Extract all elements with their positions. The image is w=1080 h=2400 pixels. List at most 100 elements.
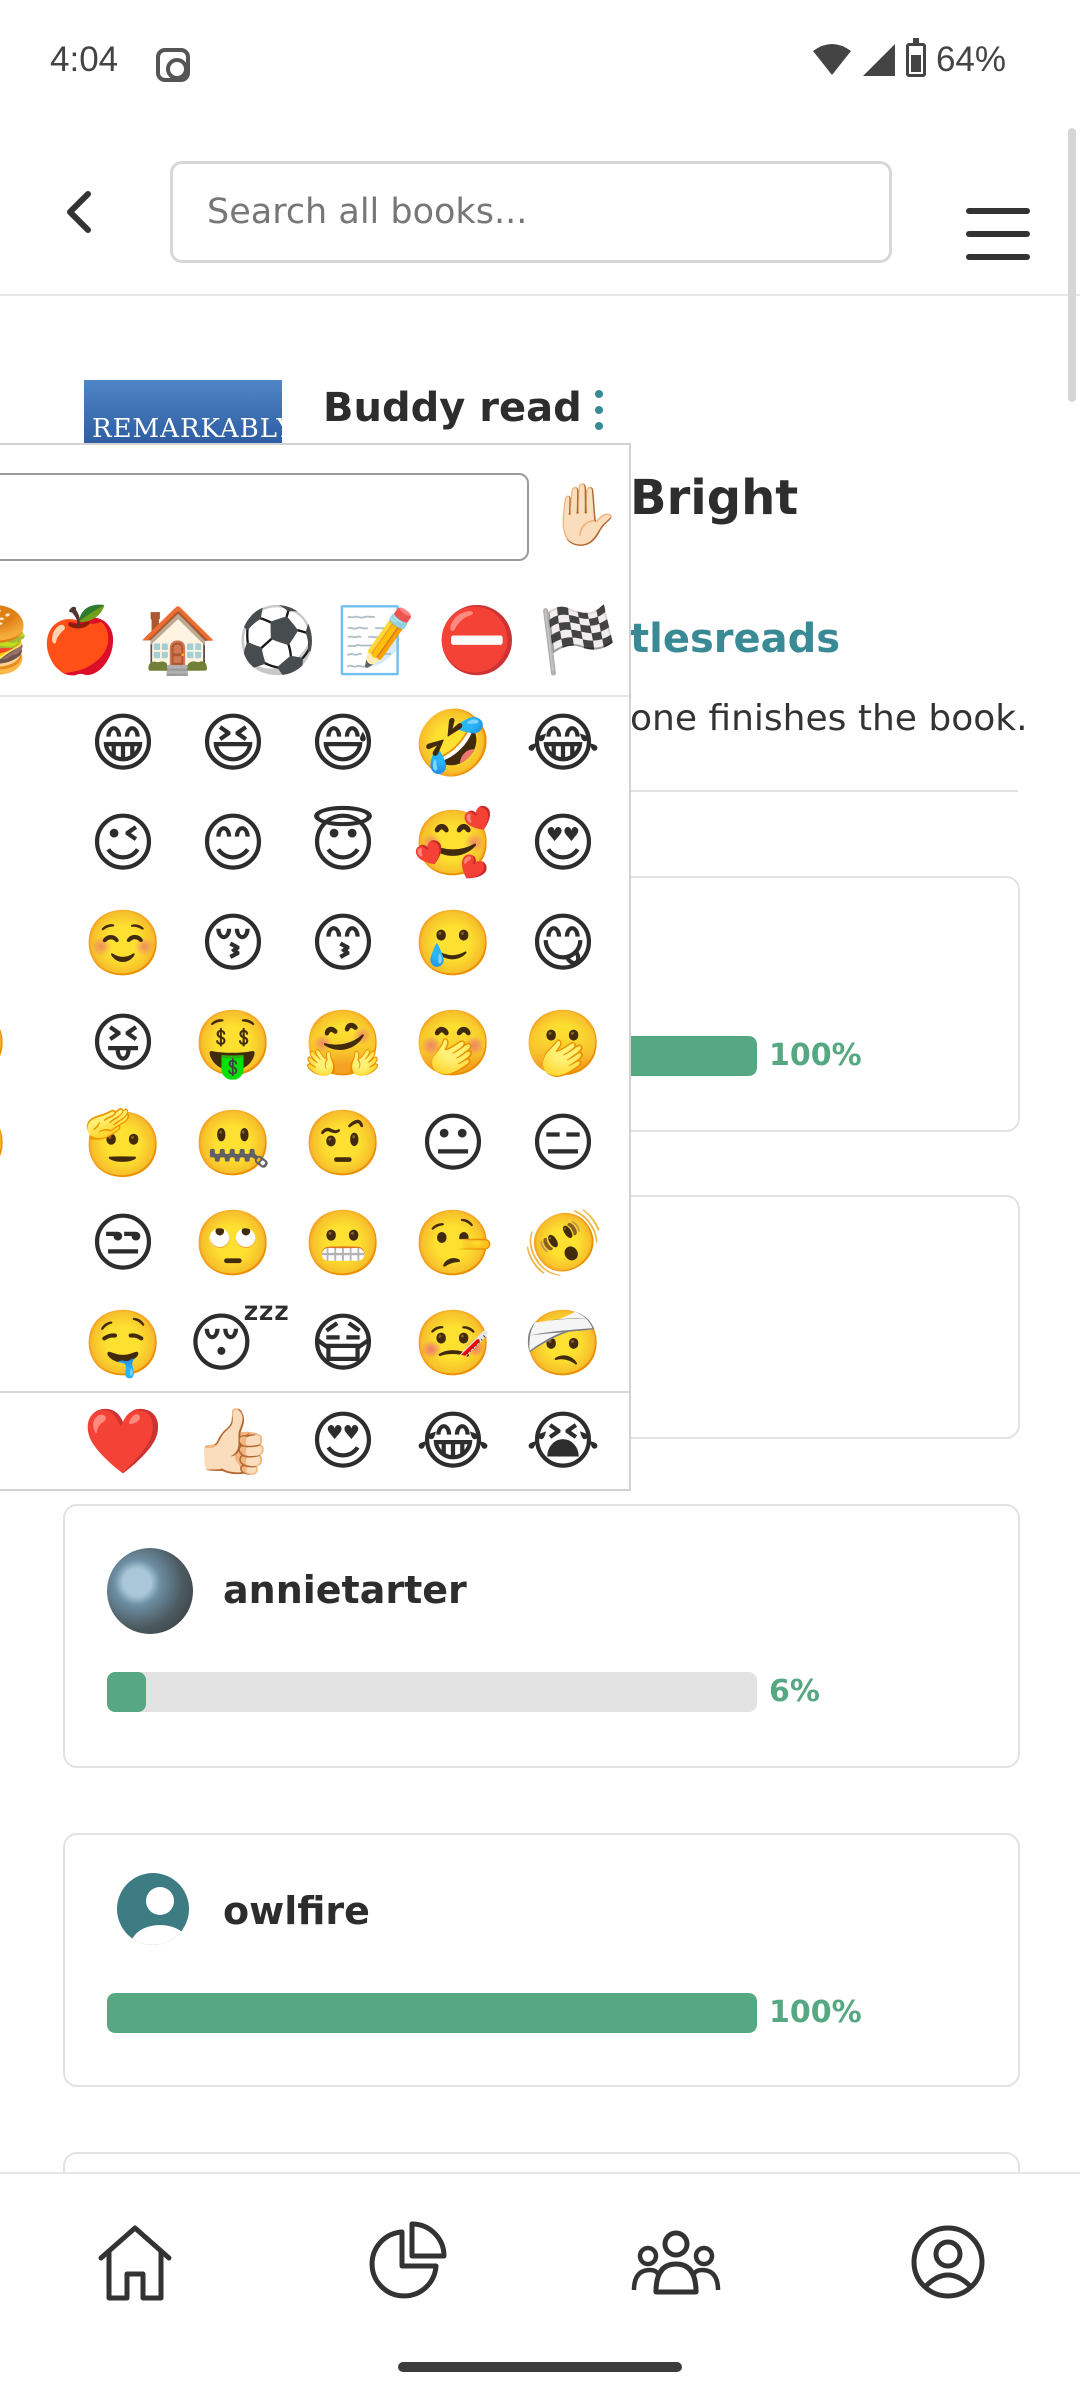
instagram-notification-icon: [156, 48, 190, 82]
buddy-read-description: one finishes the book.: [630, 698, 1028, 739]
emoji-option[interactable]: 😬: [298, 1199, 388, 1289]
home-icon[interactable]: [87, 2214, 183, 2310]
recent-emoji-option[interactable]: 😂: [408, 1397, 498, 1487]
emoji-option[interactable]: 🤔: [0, 1099, 14, 1189]
menu-bar-icon: [966, 208, 1030, 214]
progress-percent: 100%: [769, 1995, 862, 2030]
progress-bar: [107, 1993, 757, 2033]
status-indicators: 64%: [812, 38, 1006, 80]
emoji-search-input[interactable]: [0, 473, 529, 561]
emoji-category-tab[interactable]: ⚽: [237, 601, 317, 681]
emoji-option[interactable]: 🤥: [408, 1199, 498, 1289]
participant-username[interactable]: owlfire: [223, 1889, 370, 1933]
emoji-option[interactable]: 😄: [0, 699, 14, 789]
status-bar: 4:04 64%: [0, 0, 1080, 128]
search-input[interactable]: [207, 192, 855, 232]
emoji-option[interactable]: 😐: [408, 1099, 498, 1189]
more-options-icon[interactable]: [592, 388, 606, 432]
emoji-option[interactable]: 😊: [188, 799, 278, 889]
host-username-link[interactable]: tlesreads: [630, 616, 840, 662]
emoji-option[interactable]: 🤣: [408, 699, 498, 789]
book-cover[interactable]: REMARKABLY: [84, 380, 282, 448]
profile-icon[interactable]: [900, 2214, 996, 2310]
emoji-option[interactable]: 😚: [188, 899, 278, 989]
recent-emoji-option[interactable]: 😭: [518, 1397, 608, 1487]
progress-fill: [107, 1993, 757, 2033]
emoji-category-tab[interactable]: 🏠: [138, 601, 218, 681]
emoji-option[interactable]: ☺️: [78, 899, 168, 989]
menu-bar-icon: [966, 231, 1030, 237]
emoji-option[interactable]: 😏: [0, 1199, 14, 1289]
home-indicator[interactable]: [398, 2362, 682, 2372]
emoji-option[interactable]: 😑: [518, 1099, 608, 1189]
buddy-read-label: Buddy read: [323, 385, 582, 431]
emoji-option[interactable]: 😗: [0, 899, 14, 989]
emoji-picker: ✋🏻 🍔 🍎 🏠 ⚽ 📝 ⛔ 🏁 😄😁😆😅🤣😂🫠😉😊😇🥰😍😗☺️😚😙🥲😋🤪😝🤑🤗…: [0, 443, 631, 1491]
emoji-option[interactable]: 🤪: [0, 999, 14, 1089]
emoji-option[interactable]: 😋: [518, 899, 608, 989]
recent-emoji-option[interactable]: 😍: [298, 1397, 388, 1487]
emoji-option[interactable]: 🤤: [78, 1299, 168, 1389]
recent-emoji-option[interactable]: ❤️: [78, 1397, 168, 1487]
emoji-option[interactable]: 😉: [78, 799, 168, 889]
participant-card[interactable]: annietarter 6%: [63, 1504, 1020, 1768]
emoji-category-tab[interactable]: ⛔: [437, 601, 517, 681]
emoji-option[interactable]: 🤑: [188, 999, 278, 1089]
emoji-option[interactable]: 😙: [298, 899, 388, 989]
recent-emoji-option[interactable]: 👍🏻: [188, 1397, 278, 1487]
signal-icon: [862, 44, 895, 76]
emoji-option[interactable]: 🤕: [518, 1299, 608, 1389]
scrollbar[interactable]: [1068, 128, 1076, 402]
emoji-option[interactable]: 🥰: [408, 799, 498, 889]
emoji-option[interactable]: 🫠: [0, 799, 14, 889]
emoji-option[interactable]: 😥: [0, 1299, 14, 1389]
book-title[interactable]: Bright: [630, 470, 798, 526]
community-icon[interactable]: [628, 2214, 724, 2310]
emoji-option[interactable]: 🤗: [298, 999, 388, 1089]
emoji-option[interactable]: 😁: [78, 699, 168, 789]
progress-fill: [107, 1672, 146, 1712]
app-header: [0, 128, 1080, 296]
wifi-icon: [812, 44, 851, 75]
stats-pie-icon[interactable]: [358, 2214, 454, 2310]
emoji-option[interactable]: 🙄: [188, 1199, 278, 1289]
emoji-option[interactable]: 🤐: [188, 1099, 278, 1189]
battery-percentage: 64%: [935, 40, 1006, 79]
participant-card[interactable]: owlfire 100%: [63, 1833, 1020, 2087]
emoji-option[interactable]: 😇: [298, 799, 388, 889]
recent-emoji-option[interactable]: 😞: [0, 1397, 14, 1487]
emoji-option[interactable]: 😒: [78, 1199, 168, 1289]
progress-percent: 6%: [769, 1674, 820, 1709]
emoji-option[interactable]: 🥲: [408, 899, 498, 989]
menu-bar-icon: [966, 254, 1030, 260]
emoji-category-tab[interactable]: 🍎: [40, 601, 120, 681]
emoji-category-tab[interactable]: 🏁: [538, 601, 618, 681]
emoji-option[interactable]: 🫨: [518, 1199, 608, 1289]
emoji-category-tab[interactable]: 📝: [336, 601, 416, 681]
emoji-option[interactable]: 😂: [518, 699, 608, 789]
emoji-option[interactable]: 🫡: [78, 1099, 168, 1189]
recent-emojis: 😞 ❤️👍🏻😍😂😭: [0, 1391, 629, 1489]
emoji-category-tab[interactable]: 🍔: [0, 601, 32, 681]
progress-percent: 100%: [769, 1038, 862, 1073]
emoji-option[interactable]: 😅: [298, 699, 388, 789]
book-cover-text: REMARKABLY: [92, 414, 282, 444]
emoji-option[interactable]: 😍: [518, 799, 608, 889]
emoji-option[interactable]: 🫢: [518, 999, 608, 1089]
default-avatar-icon[interactable]: [117, 1873, 189, 1945]
emoji-option[interactable]: 🤒: [408, 1299, 498, 1389]
skin-tone-button[interactable]: ✋🏻: [546, 477, 622, 553]
status-time: 4:04: [50, 40, 119, 79]
emoji-option[interactable]: 🤨: [298, 1099, 388, 1189]
participant-username[interactable]: annietarter: [223, 1568, 467, 1612]
emoji-option[interactable]: 🤭: [408, 999, 498, 1089]
emoji-option[interactable]: 😆: [188, 699, 278, 789]
divider: [620, 790, 1018, 792]
search-box: [170, 161, 892, 263]
emoji-option[interactable]: 😝: [78, 999, 168, 1089]
back-button[interactable]: [60, 188, 100, 236]
emoji-option[interactable]: 😷: [298, 1299, 388, 1389]
avatar[interactable]: [107, 1548, 193, 1634]
menu-button[interactable]: [966, 208, 1030, 260]
emoji-option[interactable]: 😴: [188, 1299, 291, 1389]
